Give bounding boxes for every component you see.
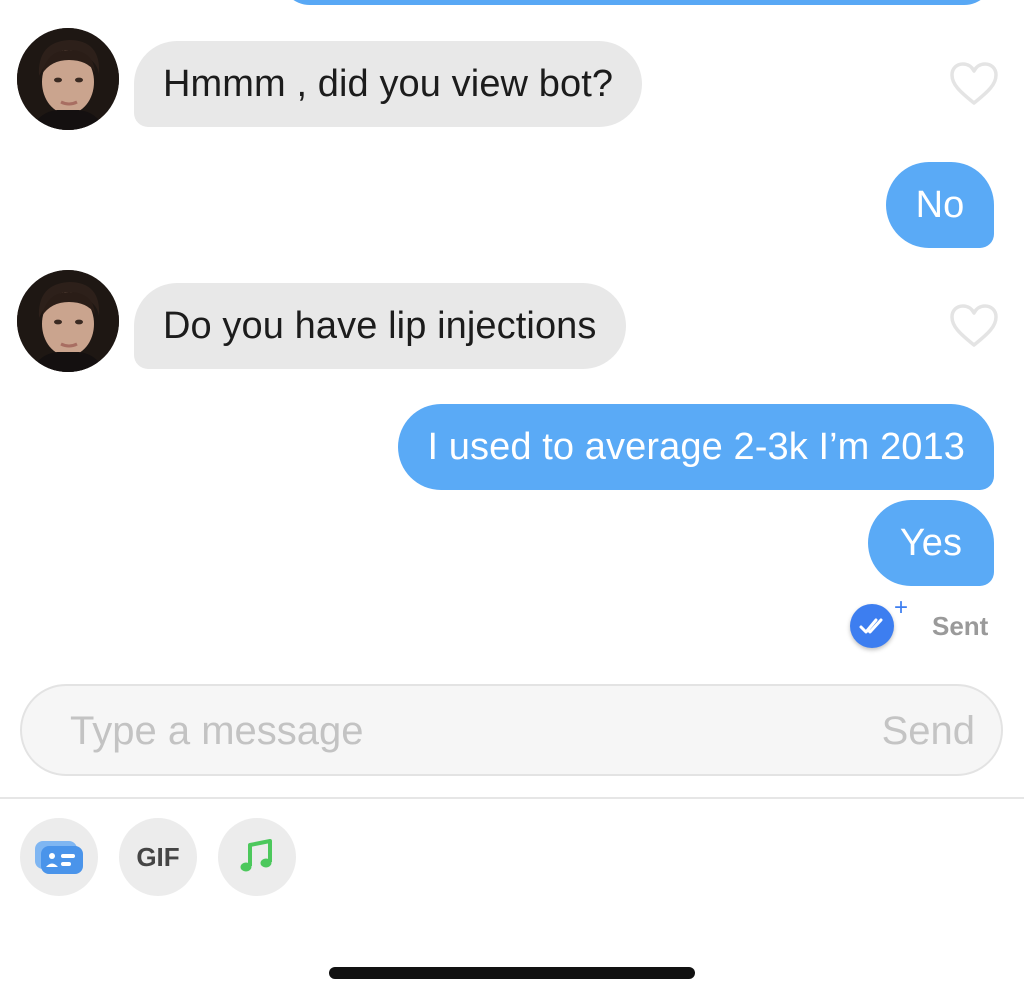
sent-status-label: Sent [932,611,989,641]
profile-card-icon [35,841,83,874]
read-receipt-icon[interactable] [850,604,894,648]
outgoing-message-bubble[interactable]: Yes [868,500,994,586]
message-text: Hmmm , did you view bot? [163,63,614,105]
home-indicator[interactable] [329,967,695,979]
message-composer: Send [20,684,1003,776]
gif-button[interactable]: GIF [119,818,197,896]
message-text: I used to average 2-3k I’m 2013 [427,426,965,468]
profile-card-button[interactable] [20,818,98,896]
incoming-message-bubble[interactable]: Hmmm , did you view bot? [134,41,643,127]
music-button[interactable] [218,818,296,896]
avatar[interactable] [17,28,119,130]
message-text: Yes [899,522,963,564]
chat-screen: Hmmm , did you view bot? No Do you have … [0,0,1024,999]
music-note-icon [240,839,272,872]
gif-label: GIF [136,842,180,872]
send-button[interactable]: Send [882,706,975,756]
incoming-message-bubble[interactable]: Do you have lip injections [134,283,626,369]
outgoing-message-bubble[interactable]: I used to average 2-3k I’m 2013 [398,404,994,490]
read-receipt-plus[interactable]: + [894,596,908,620]
message-text: No [915,184,965,226]
heart-icon[interactable] [949,61,999,107]
message-text: Do you have lip injections [163,305,597,347]
message-input[interactable] [70,706,830,756]
heart-icon[interactable] [949,303,999,349]
divider [0,797,1024,799]
outgoing-message-bubble[interactable]: No [886,162,994,248]
previous-message-bubble [280,0,994,5]
avatar[interactable] [17,270,119,372]
